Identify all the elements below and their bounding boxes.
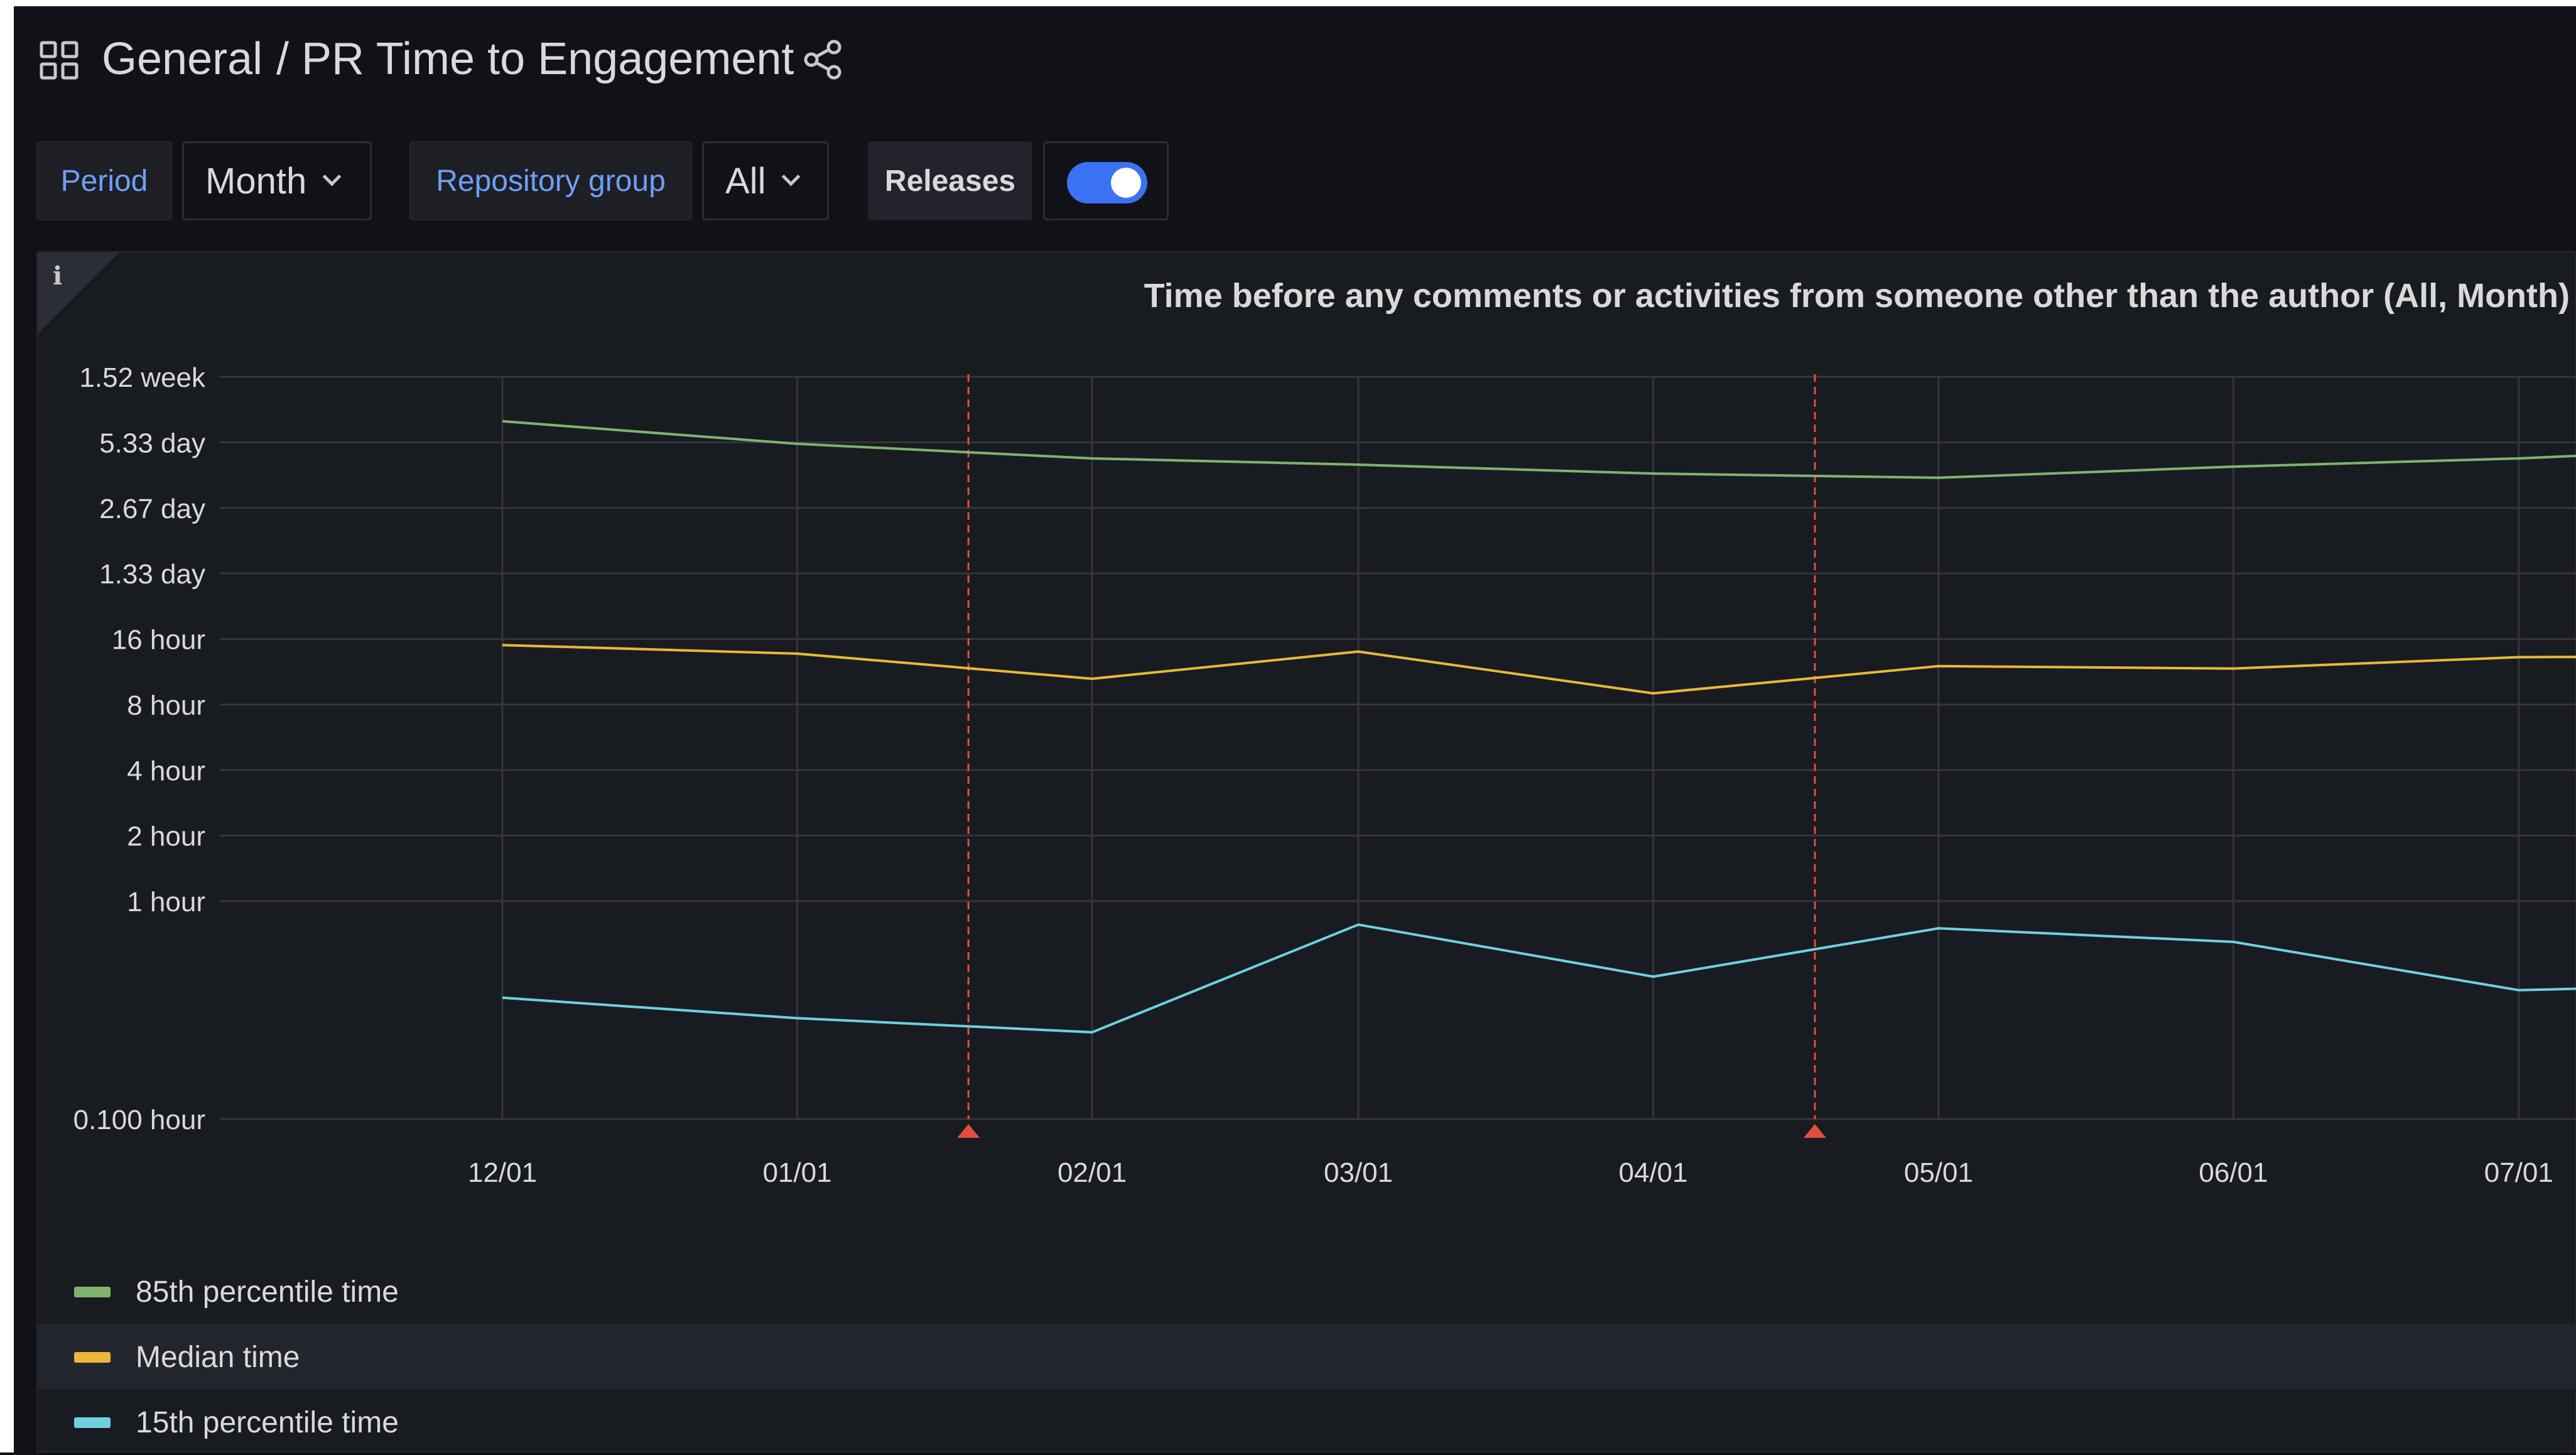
x-tick-label: 03/01 [1324, 1157, 1393, 1188]
x-tick-label: 02/01 [1058, 1157, 1127, 1188]
legend-item[interactable]: Median time [36, 1324, 2576, 1390]
legend-swatch [74, 1351, 111, 1363]
legend-label: 15th percentile time [136, 1405, 399, 1439]
legend-label: Median time [136, 1340, 300, 1374]
x-tick-label: 06/01 [2199, 1157, 2268, 1188]
legend-item[interactable]: 15th percentile time [36, 1390, 2576, 1455]
y-tick-label: 8 hour [127, 690, 205, 721]
y-tick-label: 5.33 day [99, 428, 205, 458]
legend-swatch [74, 1417, 111, 1428]
y-tick-label: 1 hour [127, 887, 205, 917]
release-marker-triangle [957, 1124, 980, 1138]
y-tick-label: 16 hour [112, 625, 205, 656]
legend-label: 85th percentile time [136, 1275, 399, 1309]
release-marker-triangle [1804, 1124, 1827, 1138]
series-line [502, 644, 2576, 695]
legend-swatch [74, 1286, 111, 1297]
x-tick-label: 07/01 [2484, 1157, 2553, 1188]
legend-item[interactable]: 85th percentile time [36, 1259, 2576, 1324]
x-tick-label: 05/01 [1904, 1157, 1973, 1188]
y-tick-label: 1.52 week [79, 362, 206, 393]
time-series-chart: 1.52 week 5.33 day 2.67 day 1.33 day 16 hour… [73, 362, 2576, 1188]
y-tick-label: 4 hour [127, 755, 205, 786]
y-tick-label: 2 hour [127, 821, 205, 852]
y-tick-label: 0.100 hour [73, 1105, 205, 1135]
series-line [502, 923, 2576, 1034]
series-line [502, 419, 2576, 479]
y-tick-label: 2.67 day [99, 494, 205, 524]
x-tick-label: 04/01 [1619, 1157, 1688, 1188]
x-tick-label: 01/01 [762, 1157, 831, 1188]
x-tick-label: 12/01 [468, 1157, 537, 1188]
y-tick-label: 1.33 day [99, 559, 205, 590]
